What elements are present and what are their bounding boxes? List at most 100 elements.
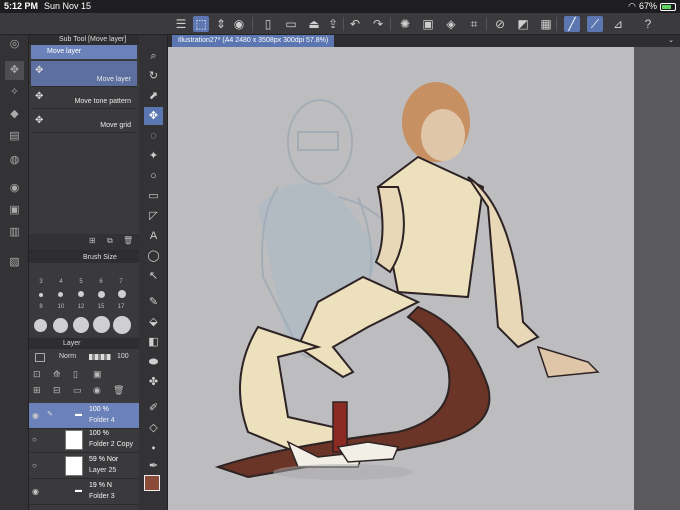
brush-size-value[interactable]: 15 bbox=[95, 304, 107, 310]
lock-transparency-icon[interactable] bbox=[35, 353, 45, 362]
ruler-snap-icon[interactable]: ╱ bbox=[564, 16, 580, 32]
eye-icon[interactable]: ◉ bbox=[32, 411, 39, 420]
save-icon[interactable]: ⏏ bbox=[306, 16, 322, 32]
new-file-icon[interactable]: ▯ bbox=[260, 16, 276, 32]
brush-size-value[interactable]: 6 bbox=[95, 279, 107, 285]
reference-icon[interactable]: ⟰ bbox=[53, 369, 61, 380]
new-vector-icon[interactable]: ⊟ bbox=[53, 385, 61, 396]
eye-icon[interactable]: ○ bbox=[32, 461, 37, 470]
blend-mode-select[interactable]: Norm bbox=[59, 353, 76, 360]
color-wheel-icon[interactable]: ◉ bbox=[5, 179, 24, 198]
sub-tool-footer: ⊞ ⧉ 🗑 bbox=[29, 234, 139, 250]
navigator-icon[interactable]: ✧ bbox=[5, 83, 24, 102]
zoom-icon[interactable]: ⌕ bbox=[144, 47, 163, 65]
move-layer-tool-icon[interactable]: ✥ bbox=[144, 107, 163, 125]
brush-size-value[interactable]: 5 bbox=[75, 279, 87, 285]
sub-tool-move-tone-pattern[interactable]: ✥ Move tone pattern bbox=[31, 87, 137, 109]
menu-icon[interactable]: ☰ bbox=[173, 16, 189, 32]
eye-icon[interactable]: ◉ bbox=[32, 487, 39, 496]
airbrush-icon[interactable]: ⬩ bbox=[144, 439, 163, 457]
layer-property-icon[interactable]: ▤ bbox=[5, 127, 24, 146]
new-raster-icon[interactable]: ⊞ bbox=[33, 385, 41, 396]
illustration-canvas[interactable] bbox=[168, 47, 680, 510]
sub-tool-group-tab[interactable]: Move layer bbox=[31, 45, 137, 59]
opacity-slider[interactable] bbox=[89, 354, 111, 360]
move-icon: ✥ bbox=[35, 65, 44, 76]
add-layer-icon[interactable]: ⊡ bbox=[33, 369, 41, 380]
history-icon[interactable]: ▥ bbox=[5, 223, 24, 242]
sub-view-icon[interactable]: ◍ bbox=[5, 151, 24, 170]
pen-icon[interactable]: ✎ bbox=[144, 293, 163, 311]
eraser-icon[interactable]: ◇ bbox=[144, 419, 163, 437]
lasso-icon[interactable]: ◌ bbox=[144, 127, 163, 145]
document-tab[interactable]: Illustration27* (A4 2480 x 3508px 300dpi… bbox=[172, 35, 335, 47]
eye-icon[interactable]: ○ bbox=[32, 435, 37, 444]
sub-tool-move-grid[interactable]: ✥ Move grid bbox=[31, 111, 137, 133]
invert-icon[interactable]: ◩ bbox=[515, 16, 531, 32]
canvas-area[interactable] bbox=[168, 47, 680, 510]
blend-icon[interactable]: ✤ bbox=[144, 373, 163, 391]
add-sub-tool-icon[interactable]: ⊞ bbox=[89, 236, 96, 245]
help-icon[interactable]: ? bbox=[640, 16, 656, 32]
layer-row[interactable]: ◉ ✎ ▬ 100 % Folder 4 bbox=[29, 403, 139, 429]
loading-icon[interactable]: ✺ bbox=[397, 16, 413, 32]
duplicate-icon[interactable]: ⧉ bbox=[107, 236, 113, 246]
undo-icon[interactable]: ↶ bbox=[347, 16, 363, 32]
special-ruler-snap-icon[interactable]: ⟋ bbox=[587, 16, 603, 32]
redo-icon[interactable]: ↷ bbox=[370, 16, 386, 32]
deselect-icon[interactable]: ⊘ bbox=[492, 16, 508, 32]
lock-icon[interactable]: ▣ bbox=[93, 369, 102, 380]
tool-property-icon[interactable]: ✥ bbox=[5, 61, 24, 80]
sub-tool-move-layer[interactable]: ✥ Move layer bbox=[31, 61, 137, 87]
fill-tool-icon[interactable]: ⬙ bbox=[144, 313, 163, 331]
brush-size-value[interactable]: 4 bbox=[55, 279, 67, 285]
layer-row[interactable]: ○ 59 % Nor Layer 25 bbox=[29, 453, 139, 479]
new-folder-icon[interactable]: ▭ bbox=[73, 385, 82, 396]
gradient-icon[interactable]: ◧ bbox=[144, 333, 163, 351]
open-folder-icon[interactable]: ▭ bbox=[283, 16, 299, 32]
grid-snap-icon[interactable]: ⊿ bbox=[610, 16, 626, 32]
layer-header: Layer bbox=[29, 339, 139, 349]
brush-icon[interactable]: ✐ bbox=[144, 399, 163, 417]
text-icon[interactable]: A bbox=[144, 227, 163, 245]
magic-wand-icon[interactable]: ✦ bbox=[144, 147, 163, 165]
layer-row[interactable]: ○ 100 % Folder 2 Copy bbox=[29, 427, 139, 453]
brush-size-value[interactable]: 3 bbox=[35, 279, 47, 285]
clear-icon[interactable]: ▣ bbox=[420, 16, 436, 32]
rotate-icon[interactable]: ↻ bbox=[144, 67, 163, 85]
search-icon[interactable]: ◎ bbox=[5, 35, 24, 54]
brush-size-value[interactable]: 17 bbox=[115, 304, 127, 310]
chevron-down-icon[interactable]: ⌄ bbox=[668, 35, 674, 47]
opacity-value[interactable]: 100 bbox=[117, 353, 129, 360]
material-icon[interactable]: ▧ bbox=[5, 253, 24, 272]
show-selection-icon[interactable]: ▦ bbox=[538, 16, 554, 32]
main-color-swatch[interactable] bbox=[144, 475, 160, 491]
transform-icon[interactable]: ⌗ bbox=[466, 16, 482, 32]
mask-icon[interactable]: ◉ bbox=[93, 385, 101, 396]
eyedropper-icon[interactable]: ○ bbox=[144, 167, 163, 185]
figure-icon[interactable]: ⬬ bbox=[144, 353, 163, 371]
brush-size-value[interactable]: 8 bbox=[35, 304, 47, 310]
correct-line-icon[interactable]: ↖ bbox=[144, 267, 163, 285]
ruler-icon[interactable]: ◸ bbox=[144, 207, 163, 225]
delete-layer-icon[interactable]: 🗑 bbox=[113, 385, 124, 396]
export-icon[interactable]: ⇪ bbox=[325, 16, 341, 32]
trash-icon[interactable]: 🗑 bbox=[123, 236, 133, 245]
decoration-icon[interactable]: ✒ bbox=[144, 457, 163, 475]
color-set-icon[interactable]: ▣ bbox=[5, 201, 24, 220]
select-layer-icon[interactable]: ⬚ bbox=[193, 16, 209, 32]
brush-size-value[interactable]: 7 bbox=[115, 279, 127, 285]
status-right: ◠ 67% bbox=[628, 0, 676, 13]
brush-size-value[interactable]: 12 bbox=[75, 304, 87, 310]
layers-icon[interactable]: ◆ bbox=[5, 105, 24, 124]
clip-icon[interactable]: ▯ bbox=[73, 369, 78, 380]
fill-icon[interactable]: ◈ bbox=[443, 16, 459, 32]
display-icon[interactable]: ◉ bbox=[231, 16, 247, 32]
balloon-icon[interactable]: ◯ bbox=[144, 247, 163, 265]
sub-tool-label: Move tone pattern bbox=[74, 98, 131, 105]
layer-row[interactable]: ◉ ▬ 19 % N Folder 3 bbox=[29, 479, 139, 505]
frame-icon[interactable]: ▭ bbox=[144, 187, 163, 205]
operation-icon[interactable]: ⬈ bbox=[144, 87, 163, 105]
brush-size-value[interactable]: 10 bbox=[55, 304, 67, 310]
up-down-icon[interactable]: ⇕ bbox=[213, 16, 229, 32]
